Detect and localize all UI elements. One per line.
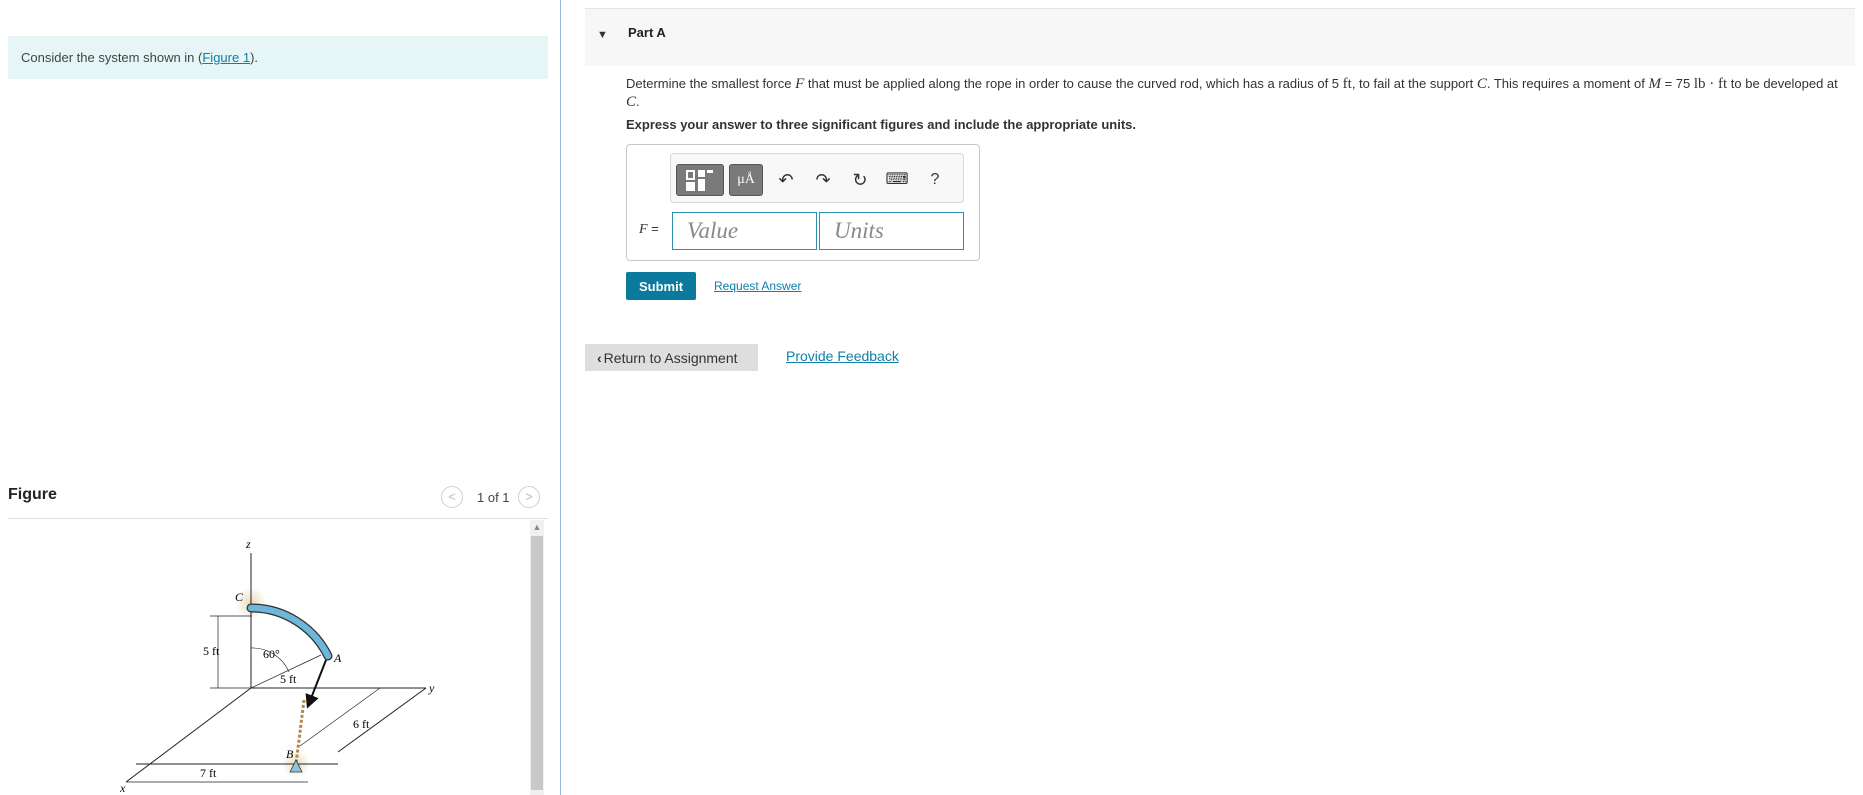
provide-feedback-link[interactable]: Provide Feedback — [786, 348, 899, 364]
figure-link[interactable]: Figure 1 — [202, 50, 250, 65]
value-input[interactable] — [672, 212, 817, 250]
templates-button[interactable] — [676, 164, 724, 196]
math-unit-lbft: lb · ft — [1693, 76, 1728, 92]
answer-label: F = — [639, 221, 659, 238]
request-answer-link[interactable]: Request Answer — [714, 279, 801, 293]
question-part: . This requires a moment of — [1486, 76, 1649, 91]
previous-figure-button[interactable]: < — [441, 486, 463, 508]
return-label: Return to Assignment — [603, 349, 738, 366]
help-icon[interactable]: ? — [922, 164, 948, 196]
next-figure-button[interactable]: > — [518, 486, 540, 508]
chevron-left-icon: < — [448, 489, 456, 504]
redo-icon[interactable]: ↷ — [810, 164, 836, 196]
chevron-right-icon: > — [525, 489, 533, 504]
a-label: A — [333, 651, 342, 665]
undo-icon[interactable]: ↶ — [773, 164, 799, 196]
question-part: , to fail at the support — [1351, 76, 1477, 91]
math-var-c: C — [1476, 76, 1487, 92]
c-label: C — [235, 590, 244, 604]
question-part: that must be applied along the rope in o… — [804, 76, 1343, 91]
dim-6ft-label: 6 ft — [353, 717, 370, 731]
dim-7ft-label: 7 ft — [200, 766, 217, 780]
part-a-header[interactable]: ▼ Part A — [585, 8, 1855, 66]
keyboard-icon[interactable]: ⌨ — [884, 164, 910, 196]
question-part: . — [636, 94, 640, 109]
reset-icon[interactable]: ↻ — [847, 164, 873, 196]
force-arrow — [305, 659, 327, 709]
templates-icon — [686, 170, 713, 191]
answer-variable: F — [639, 222, 648, 237]
x-label: x — [119, 781, 126, 795]
dim-5ft-radius-label: 5 ft — [280, 672, 297, 686]
answer-equals: = — [647, 221, 659, 236]
intro-box: Consider the system shown in (Figure 1). — [8, 36, 548, 79]
return-to-assignment-button[interactable]: ‹ Return to Assignment — [585, 344, 758, 371]
question-part: to be developed at — [1727, 76, 1838, 91]
figure-diagram: z y x C A B 5 ft 60° 5 ft 6 ft 7 ft — [119, 537, 435, 795]
z-label: z — [245, 537, 251, 551]
b-label: B — [286, 747, 294, 761]
answer-box: μÅ ↶ ↷ ↻ ⌨ ? F = — [626, 144, 980, 261]
math-var-m: M — [1648, 76, 1661, 92]
question-part: = 75 — [1660, 76, 1694, 91]
question-text: Determine the smallest force F that must… — [626, 75, 1851, 111]
x-axis — [125, 687, 252, 783]
answer-instruction: Express your answer to three significant… — [626, 117, 1136, 132]
figure-image: z y x C A B 5 ft 60° 5 ft 6 ft 7 ft — [8, 520, 530, 795]
math-unit-ft: ft — [1342, 76, 1352, 92]
right-pane: ▼ Part A Determine the smallest force F … — [585, 0, 1863, 795]
question-part: Determine the smallest force — [626, 76, 796, 91]
units-button[interactable]: μÅ — [729, 164, 763, 196]
part-title: Part A — [628, 25, 666, 40]
intro-text-after: ). — [250, 50, 259, 65]
math-var-f: F — [795, 76, 805, 92]
plane-edge — [337, 687, 427, 753]
dim-5ft-vertical-label: 5 ft — [203, 644, 220, 658]
units-input[interactable] — [819, 212, 964, 250]
intro-text-before: Consider the system shown in ( — [21, 50, 203, 65]
figure-title: Figure — [8, 486, 57, 503]
scroll-thumb[interactable] — [531, 536, 543, 790]
math-var-c: C — [626, 94, 637, 110]
angle-label: 60° — [263, 647, 280, 661]
math-toolbar: μÅ ↶ ↷ ↻ ⌨ ? — [670, 153, 964, 203]
figure-pager: 1 of 1 — [477, 490, 510, 505]
figure-header: Figure < 1 of 1 > — [8, 486, 548, 519]
left-pane: Consider the system shown in (Figure 1).… — [0, 0, 560, 795]
scroll-up-icon[interactable]: ▲ — [530, 520, 544, 534]
submit-button[interactable]: Submit — [626, 272, 696, 300]
figure-scrollbar[interactable]: ▲ — [530, 520, 544, 795]
chevron-left-icon: ‹ — [597, 349, 602, 366]
collapse-caret-icon[interactable]: ▼ — [597, 29, 608, 41]
pane-divider — [560, 0, 561, 795]
y-label: y — [428, 681, 435, 695]
